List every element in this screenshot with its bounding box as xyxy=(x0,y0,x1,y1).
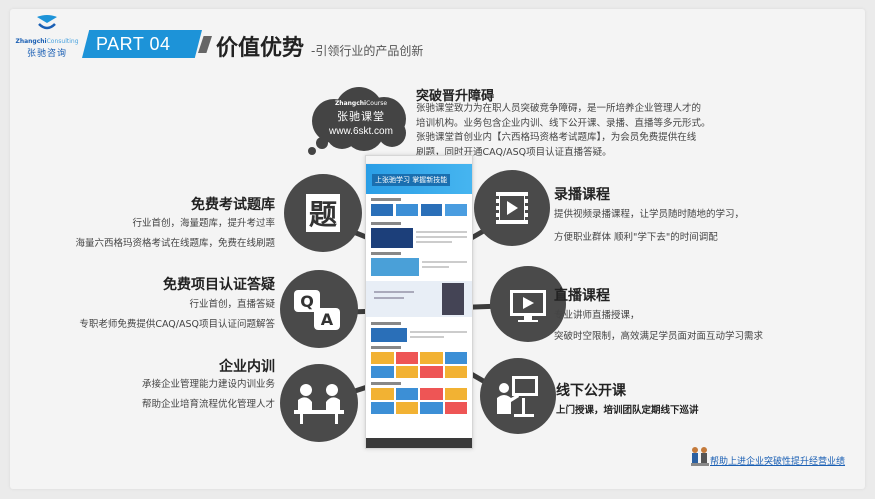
svg-text:A: A xyxy=(321,310,334,329)
exam-bank-line-2: 海量六西格玛资格考试在线题库，免费在线刷题 xyxy=(75,238,275,249)
offline-course-title: 线下公开课 xyxy=(556,383,626,399)
website-screenshot: 上张驰学习 掌握新技能 xyxy=(365,155,473,449)
meeting-icon xyxy=(294,384,344,424)
exam-bank-line-1: 行业首创，海量题库，提升考过率 xyxy=(132,218,275,229)
screenshot-banner: 上张驰学习 掌握新技能 xyxy=(372,174,451,186)
breakthrough-description: 张驰课堂致力为在职人员突破竞争障碍，是一所培养企业管理人才的 培训机构。业务包含… xyxy=(416,102,716,160)
svg-text:题: 题 xyxy=(309,198,337,231)
footer-slogan: 帮助上进企业突破性提升经营业绩 xyxy=(710,457,846,467)
breakthrough-line: 张驰课堂致力为在职人员突破竞争障碍，是一所培养企业管理人才的 xyxy=(416,103,702,114)
exam-bank-icon: 题 xyxy=(306,194,340,232)
recorded-icon-circle xyxy=(474,170,550,246)
page-subtitle: -引领行业的产品创新 xyxy=(311,44,424,58)
corporate-training-line-1: 承接企业管理能力建设内训业务 xyxy=(141,379,275,390)
logo-english: ZhangchiConsulting xyxy=(15,38,79,45)
qa-icon-circle: Q A xyxy=(280,270,358,348)
live-course-line-2: 突破时空限制，高效满足学员面对面互动学习需求 xyxy=(554,331,764,342)
offline-course-line-1: 上门授课，培训团队定期线下巡讲 xyxy=(556,405,699,416)
website-url: www.6skt.com xyxy=(329,126,393,137)
corporate-training-line-2: 帮助企业培育流程优化管理人才 xyxy=(141,399,275,410)
recorded-course-title: 录播课程 xyxy=(554,187,610,203)
meeting-icon-circle xyxy=(280,364,358,442)
corporate-training-title: 企业内训 xyxy=(219,359,275,375)
logo-chinese: 张驰咨询 xyxy=(26,49,67,59)
team-figures-icon xyxy=(691,447,709,466)
qa-line-1: 行业首创，直播答疑 xyxy=(189,299,275,310)
company-logo: ZhangchiConsulting 张驰咨询 xyxy=(12,14,82,64)
cloud-brand-chinese: 张驰课堂 xyxy=(337,110,385,123)
cloud-brand-english: ZhangchiCourse xyxy=(334,100,388,107)
live-course-title: 直播课程 xyxy=(554,288,610,304)
breakthrough-line: 张驰课堂首创业内【六西格玛资格考试题库】，为会员免费提供在线 xyxy=(416,132,697,143)
qa-title: 免费项目认证答疑 xyxy=(163,277,275,293)
qa-line-2: 专职老师免费提供CAQ/ASQ项目认证问题解答 xyxy=(79,319,275,330)
cloud-brand: ZhangchiCourse 张驰课堂 www.6skt.com xyxy=(322,100,400,137)
page-title: 价值优势 xyxy=(216,36,305,61)
classroom-icon xyxy=(497,376,538,417)
qa-icon: Q A xyxy=(294,290,340,330)
recorded-course-line-2: 方便职业群体 顺利"学下去"的时间调配 xyxy=(554,232,718,243)
live-course-line-1: 专业讲师直播授课， xyxy=(554,310,640,321)
svg-text:Q: Q xyxy=(300,292,314,311)
exam-bank-title: 免费考试题库 xyxy=(191,197,275,213)
part-label: PART 04 xyxy=(82,30,202,58)
offline-icon-circle xyxy=(480,358,556,434)
exam-bank-icon-circle: 题 xyxy=(284,174,362,252)
recorded-course-line-1: 提供视频录播课程，让学员随时随地的学习， xyxy=(554,209,745,220)
breakthrough-line: 培训机构。业务包含企业内训、线下公开课、录播、直播等多元形式。 xyxy=(416,117,711,129)
logo-mark-icon xyxy=(37,15,57,30)
film-play-icon xyxy=(496,192,528,224)
